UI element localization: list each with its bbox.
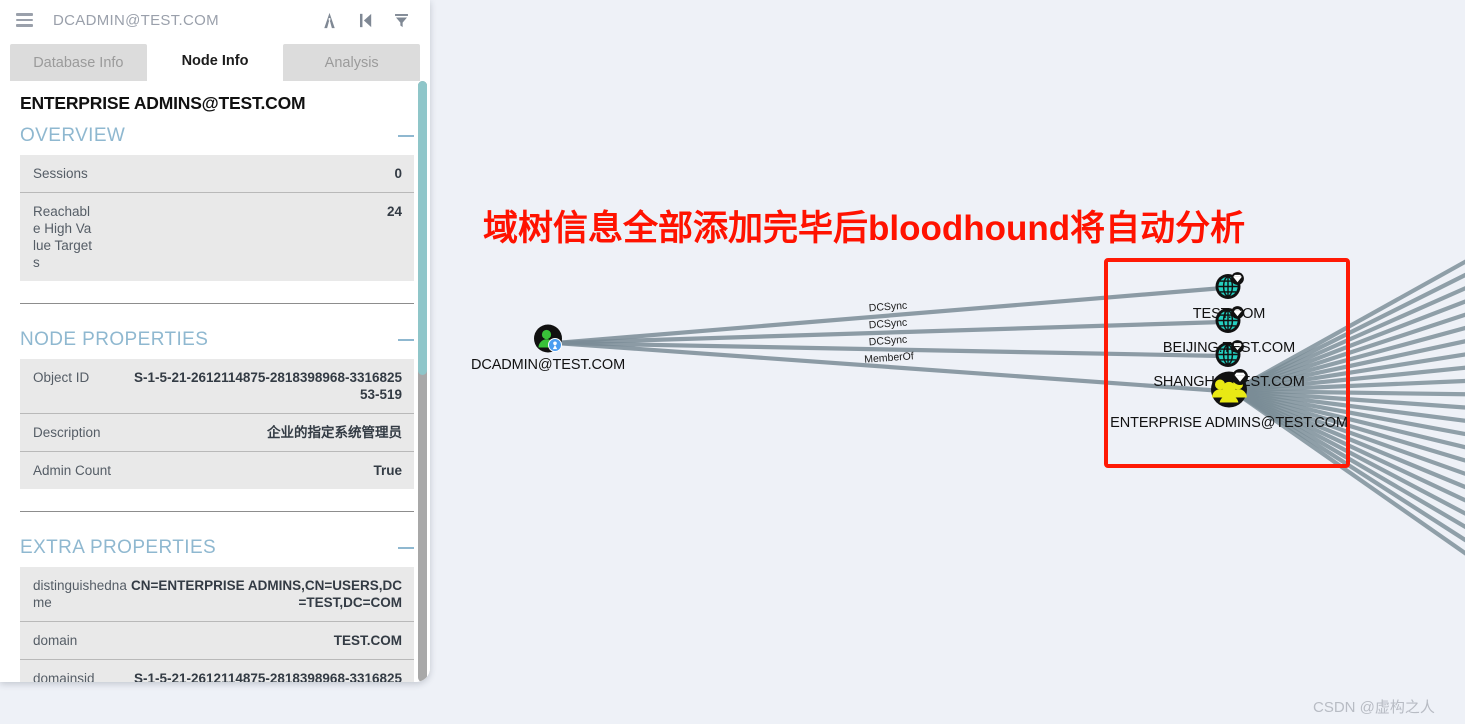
table-row: domain TEST.COM <box>20 622 414 660</box>
watermark: CSDN @虚构之人 <box>1313 699 1435 716</box>
graph-node-label: ENTERPRISE ADMINS@TEST.COM <box>1110 415 1348 431</box>
row-value: TEST.COM <box>333 633 402 648</box>
section-title-extra-properties: EXTRA PROPERTIES <box>20 537 217 558</box>
row-value: 企业的指定系统管理员 <box>267 425 402 440</box>
tab-bar: Database Info Node Info Analysis <box>0 40 430 81</box>
graph-node-dcadmin[interactable] <box>533 324 563 359</box>
table-row: Object ID S-1-5-21-2612114875-2818398968-… <box>20 359 414 414</box>
row-key: domainsid <box>33 671 95 682</box>
tab-analysis[interactable]: Analysis <box>283 44 421 81</box>
page-title: ENTERPRISE ADMINS@TEST.COM <box>20 93 306 113</box>
row-key: distinguishedname <box>33 578 127 610</box>
row-key: Object ID <box>33 370 90 385</box>
table-row: Description 企业的指定系统管理员 <box>20 414 414 452</box>
row-key: Admin Count <box>33 463 112 478</box>
section-header-extra-properties: EXTRA PROPERTIES <box>20 532 414 567</box>
pathfinding-icon[interactable] <box>314 7 344 33</box>
hamburger-icon[interactable] <box>16 10 33 30</box>
app-root: DCADMIN@TEST.COM TEST.COM BEIJING.TEST.C… <box>0 0 1465 724</box>
section-header-overview: OVERVIEW <box>20 120 414 155</box>
graph-node-enterprise-admins-test-com[interactable] <box>1207 369 1251 414</box>
table-row: Reachable High Value Targets 24 <box>20 193 414 281</box>
collapse-node-properties-icon[interactable] <box>398 338 414 342</box>
tab-node-info[interactable]: Node Info <box>146 40 284 81</box>
annotation-text: 域树信息全部添加完毕后bloodhound将自动分析 <box>483 209 1246 248</box>
node-properties-table: Object ID S-1-5-21-2612114875-2818398968-… <box>20 359 414 489</box>
row-value: 24 <box>386 204 402 219</box>
section-header-node-properties: NODE PROPERTIES <box>20 324 414 359</box>
row-value: S-1-5-21-2612114875-2818398968-331682553 <box>134 671 402 682</box>
row-key: domain <box>33 633 78 648</box>
graph-node-label-dcadmin: DCADMIN@TEST.COM <box>470 357 626 373</box>
info-panel: ENTERPRISE ADMINS@TEST.COM OVERVIEW Sess… <box>0 81 430 682</box>
sidebar-topbar: DCADMIN@TEST.COM <box>0 0 430 40</box>
row-value: CN=ENTERPRISE ADMINS,CN=USERS,DC=TEST,DC… <box>130 578 402 610</box>
filter-icon[interactable] <box>386 7 416 33</box>
panel-scrollbar-thumb[interactable] <box>418 81 427 375</box>
row-key: Description <box>33 425 101 440</box>
table-row: Admin Count True <box>20 452 414 489</box>
graph-node-label: BEIJING.TEST.COM <box>1162 340 1296 356</box>
row-value: True <box>373 463 402 478</box>
tab-database-info[interactable]: Database Info <box>10 44 147 81</box>
collapse-overview-icon[interactable] <box>398 134 414 138</box>
table-row: domainsid S-1-5-21-2612114875-2818398968-… <box>20 660 414 682</box>
row-value: S-1-5-21-2612114875-2818398968-331682553… <box>134 370 402 402</box>
graph-node-test-com[interactable] <box>1214 271 1244 306</box>
section-title-overview: OVERVIEW <box>20 125 126 146</box>
graph-node-label: TEST.COM <box>1192 306 1266 322</box>
topbar-title: DCADMIN@TEST.COM <box>53 11 219 29</box>
section-title-node-properties: NODE PROPERTIES <box>20 329 209 350</box>
info-sidebar: DCADMIN@TEST.COM Database Info Node Info… <box>0 0 430 682</box>
table-row: distinguishedname CN=ENTERPRISE ADMINS,CN… <box>20 567 414 622</box>
row-key: Reachable High Value Targets <box>33 204 93 270</box>
table-row: Sessions 0 <box>20 155 414 193</box>
overview-table: Sessions 0 Reachable High Value Targets 24 <box>20 155 414 281</box>
row-value: 0 <box>394 166 402 181</box>
collapse-left-icon[interactable] <box>350 7 380 33</box>
collapse-extra-properties-icon[interactable] <box>398 546 414 550</box>
row-key: Sessions <box>33 166 88 181</box>
extra-properties-table: distinguishedname CN=ENTERPRISE ADMINS,CN… <box>20 567 414 682</box>
